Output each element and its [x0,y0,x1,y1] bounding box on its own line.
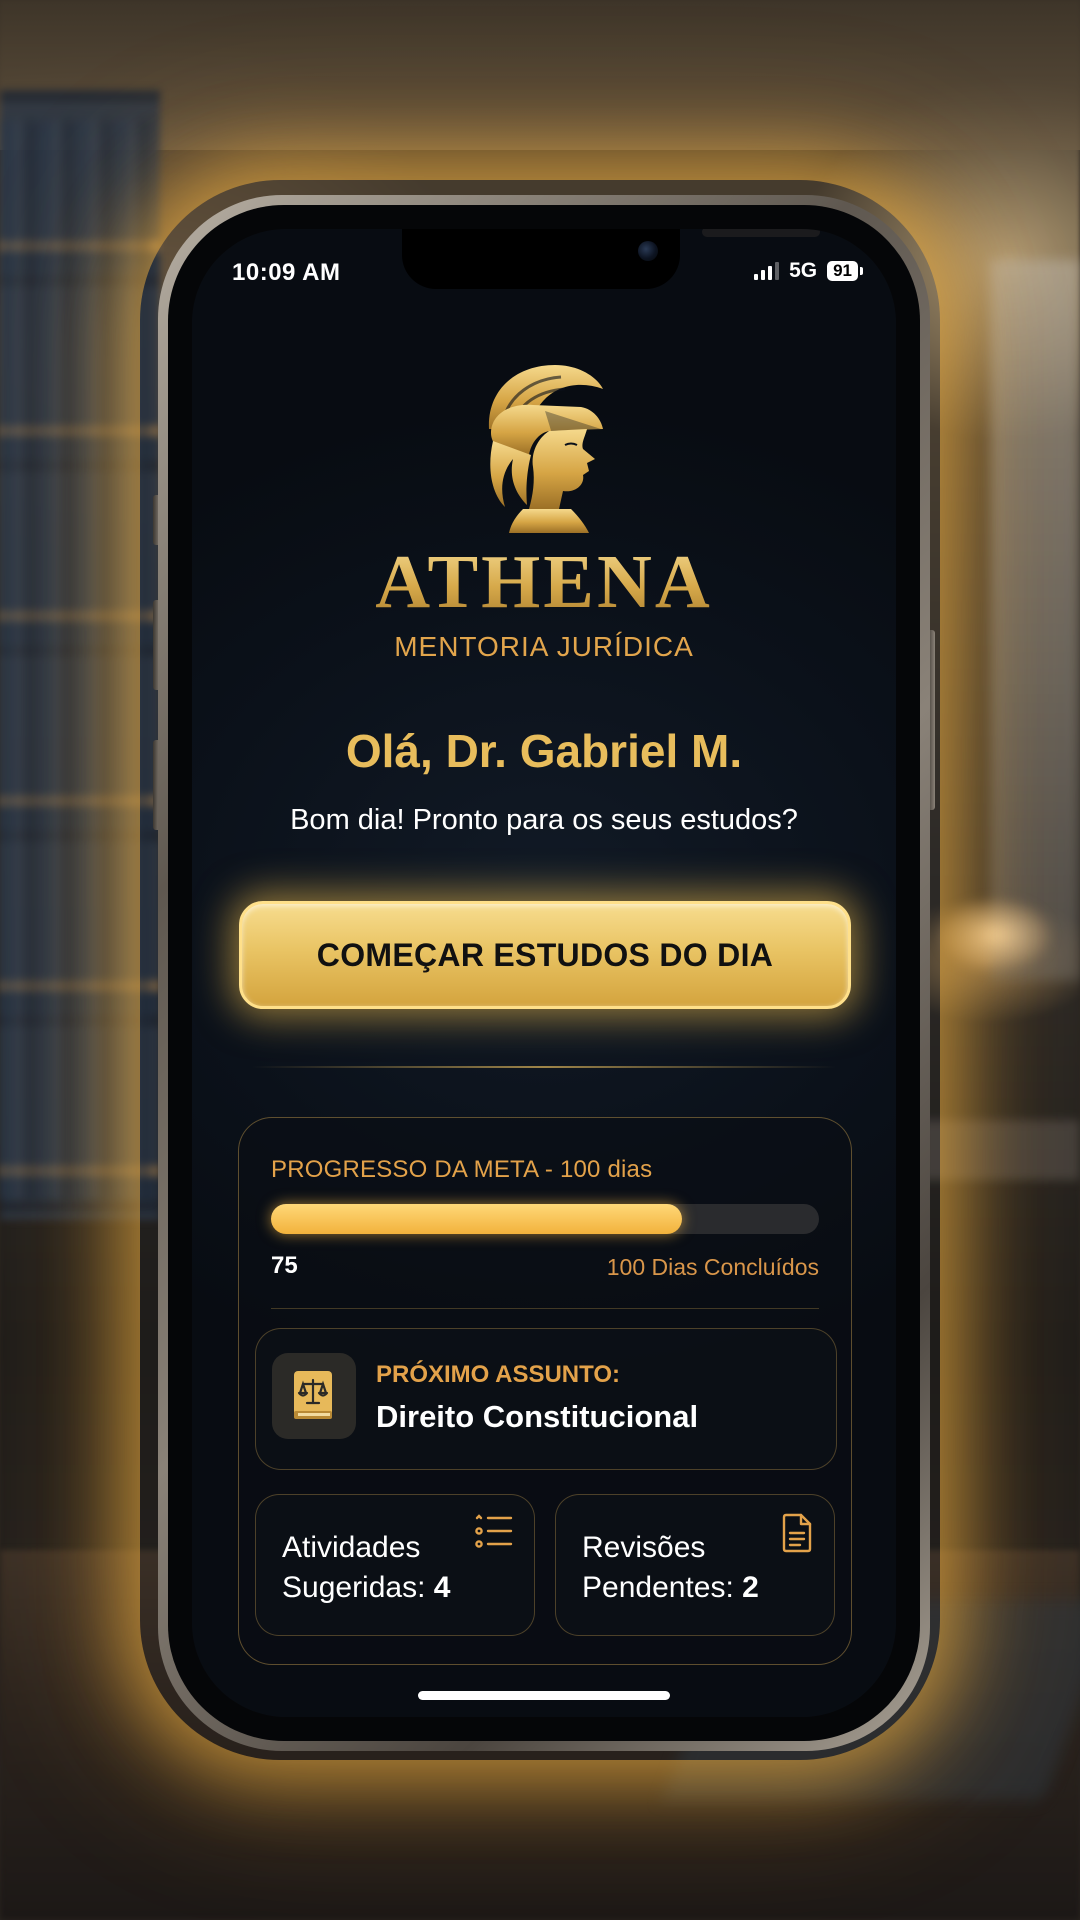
pending-reviews-label-2: Pendentes: [582,1571,734,1604]
pending-reviews-label: Revisões [582,1531,706,1564]
suggested-activities-label-2: Sugeridas: [282,1571,426,1604]
battery-icon: 91 [827,261,863,281]
status-indicators: 5G 91 [754,259,863,283]
section-divider [252,1066,836,1068]
network-type: 5G [789,259,818,282]
logo [192,359,896,535]
checklist-icon [475,1514,513,1548]
brand-tagline: MENTORIA JURÍDICA [394,631,694,662]
background-lamp [940,900,1050,970]
dashboard-card: PROGRESSO DA META - 100 dias 75 100 Dias… [238,1117,852,1665]
brand-name: ATHENA [192,539,896,626]
home-indicator[interactable] [418,1691,670,1700]
next-subject-card[interactable]: PRÓXIMO ASSUNTO: Direito Constitucional [255,1328,837,1470]
background-window [990,260,1080,980]
law-book-icon [272,1353,356,1439]
start-studies-button[interactable]: COMEÇAR ESTUDOS DO DIA [239,901,851,1009]
background-books [0,120,150,1200]
background-ceiling [0,0,1080,150]
progress-title: PROGRESSO DA META - 100 dias [271,1156,653,1183]
progress-target-label: 100 Dias Concluídos [606,1254,819,1280]
signal-icon [754,262,780,280]
greeting-subtitle: Bom dia! Pronto para os seus estudos? [290,804,798,836]
suggested-activities-card[interactable]: Atividades Sugeridas: 4 [255,1494,535,1636]
progress-bar-fill [271,1204,682,1234]
greeting-title: Olá, Dr. Gabriel M. [345,725,743,777]
athena-helmet-logo [488,365,603,533]
pending-reviews-count: 2 [742,1571,759,1604]
status-time: 10:09 AM [232,259,341,286]
progress-bar [271,1204,819,1234]
phone-frame: 10:09 AM 5G 91 ATHENA MENTORIA JURÍDICA … [158,195,930,1751]
document-icon [782,1513,812,1553]
progress-current: 75 [271,1252,298,1279]
front-camera [638,241,658,261]
dashboard-divider [271,1308,819,1309]
pending-reviews-card[interactable]: Revisões Pendentes: 2 [555,1494,835,1636]
phone-bezel: 10:09 AM 5G 91 ATHENA MENTORIA JURÍDICA … [168,205,920,1741]
earpiece-speaker [702,229,820,237]
phone-notch [402,229,820,289]
pending-reviews-line: Pendentes: 2 [582,1571,759,1605]
suggested-activities-count: 4 [433,1571,451,1604]
app-screen: 10:09 AM 5G 91 ATHENA MENTORIA JURÍDICA … [192,229,896,1717]
next-subject-label: PRÓXIMO ASSUNTO: [376,1361,621,1388]
suggested-activities-line: Sugeridas: 4 [282,1571,450,1605]
suggested-activities-label: Atividades [282,1531,421,1564]
next-subject-value: Direito Constitucional [376,1399,699,1434]
background-desk [920,1120,1080,1180]
